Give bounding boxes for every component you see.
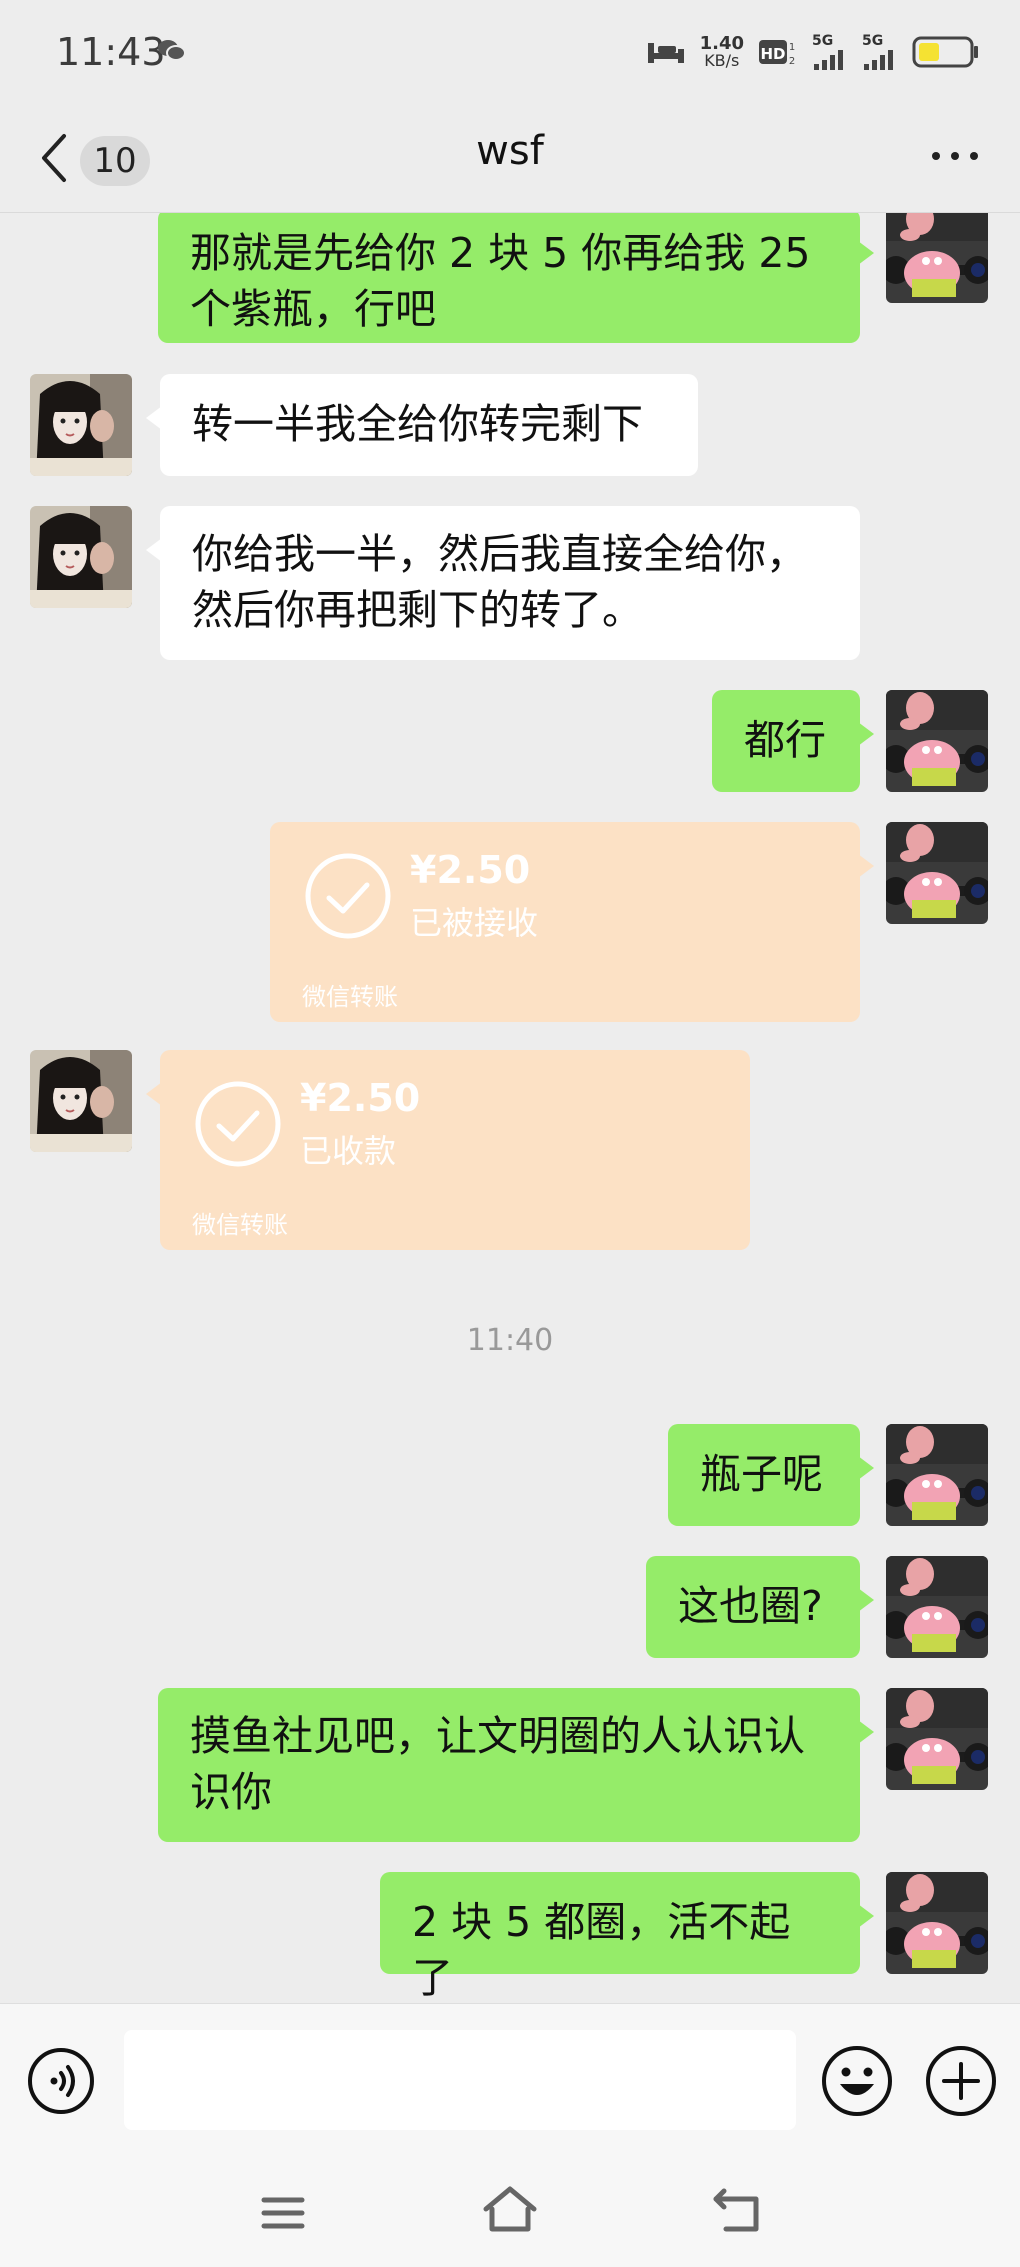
message-input-bar (0, 2003, 1020, 2154)
message-bubble-received[interactable]: 转一半我全给你转完剩下 (146, 374, 698, 476)
signal-2: 5G (862, 34, 898, 70)
menu-icon[interactable] (258, 2193, 308, 2233)
transfer-amount: ¥2.50 (300, 1076, 421, 1120)
my-avatar[interactable] (886, 822, 988, 924)
message-timestamp: 11:40 (466, 1323, 554, 1358)
more-dots-icon[interactable] (930, 146, 980, 166)
message-text-line: 个紫瓶，行吧 (190, 285, 436, 333)
chat-message-list[interactable]: 那就是先给你 2 块 5 你再给我 25 个紫瓶，行吧 转一半我全给你转完剩下 … (0, 213, 1020, 2003)
battery-icon (912, 36, 978, 68)
message-text-line: 那就是先给你 2 块 5 你再给我 25 (190, 229, 811, 277)
wechat-notification-icon (158, 40, 186, 61)
message-text-line: 然后你再把剩下的转了。 (192, 586, 643, 634)
message-bubble-sent[interactable]: 那就是先给你 2 块 5 你再给我 25 个紫瓶，行吧 (158, 213, 874, 343)
sleep-mode-icon (647, 43, 684, 63)
message-text-line: 这也圈? (678, 1582, 823, 1630)
message-bubble-sent[interactable]: 这也圈? (646, 1556, 874, 1658)
message-bubble-sent[interactable]: 摸鱼社见吧，让文明圈的人认识认 识你 (158, 1688, 874, 1842)
transfer-footer: 微信转账 (302, 983, 398, 1011)
message-text-line: 摸鱼社见吧，让文明圈的人认识认 (190, 1712, 805, 1760)
message-text-line: 你给我一半，然后我直接全给你， (192, 530, 807, 578)
hd-label: HD (760, 45, 785, 63)
svg-text:1: 1 (789, 42, 795, 53)
message-text-line: 都行 (744, 716, 826, 764)
voice-icon[interactable] (26, 2046, 96, 2116)
check-circle-icon (194, 1080, 282, 1168)
svg-text:2: 2 (789, 56, 795, 67)
network-speed-unit: KB/s (704, 51, 740, 70)
check-circle-icon (304, 852, 392, 940)
message-text-line: 瓶子呢 (700, 1450, 823, 1498)
my-avatar[interactable] (886, 213, 988, 303)
message-bubble-received[interactable]: 你给我一半，然后我直接全给你， 然后你再把剩下的转了。 (146, 506, 860, 660)
signal-bars-icon (864, 50, 893, 70)
message-text-line: 转一半我全给你转完剩下 (192, 400, 643, 448)
transfer-card-received[interactable]: ¥2.50 已收款 微信转账 (146, 1050, 750, 1250)
my-avatar[interactable] (886, 1688, 988, 1790)
signal-bars-icon (814, 50, 843, 70)
transfer-status: 已收款 (300, 1132, 397, 1170)
hd-volte-icon: HD 1 2 (759, 40, 795, 67)
transfer-amount: ¥2.50 (410, 848, 531, 892)
plus-icon[interactable] (924, 2044, 998, 2118)
network-speed-value: 1.40 (699, 33, 744, 54)
message-input[interactable] (124, 2030, 796, 2130)
message-bubble-sent[interactable]: 瓶子呢 (668, 1424, 874, 1526)
my-avatar[interactable] (886, 1424, 988, 1526)
transfer-status: 已被接收 (410, 904, 539, 942)
message-bubble-sent[interactable]: 2 块 5 都圈，活不起了 (380, 1872, 874, 2002)
my-avatar[interactable] (886, 1556, 988, 1658)
signal-1-label: 5G (812, 33, 834, 49)
message-text-line: 2 块 5 都圈，活不起了 (412, 1898, 791, 2002)
chat-title: wsf (476, 128, 544, 174)
transfer-card-sent[interactable]: ¥2.50 已被接收 微信转账 (270, 822, 874, 1022)
status-time: 11:43 (56, 30, 166, 74)
contact-avatar[interactable] (30, 506, 132, 608)
contact-avatar[interactable] (30, 1050, 132, 1152)
message-text-line: 识你 (190, 1768, 272, 1816)
contact-avatar[interactable] (30, 374, 132, 476)
emoji-icon[interactable] (820, 2044, 894, 2118)
system-nav-bar (0, 2153, 1020, 2267)
my-avatar[interactable] (886, 690, 988, 792)
signal-2-label: 5G (862, 33, 884, 49)
message-bubble-sent[interactable]: 都行 (712, 690, 874, 792)
network-speed: 1.40 KB/s (699, 33, 744, 70)
transfer-footer: 微信转账 (192, 1211, 288, 1239)
status-bar: 11:43 1.40 KB/s HD 1 2 5G 5G (0, 0, 1020, 110)
status-icons: 1.40 KB/s HD 1 2 5G 5G (646, 30, 980, 74)
back-icon[interactable] (710, 2185, 766, 2235)
home-icon[interactable] (480, 2183, 540, 2235)
my-avatar[interactable] (886, 1872, 988, 1974)
signal-1: 5G (812, 34, 848, 70)
chat-header: 10 wsf (0, 110, 1020, 213)
